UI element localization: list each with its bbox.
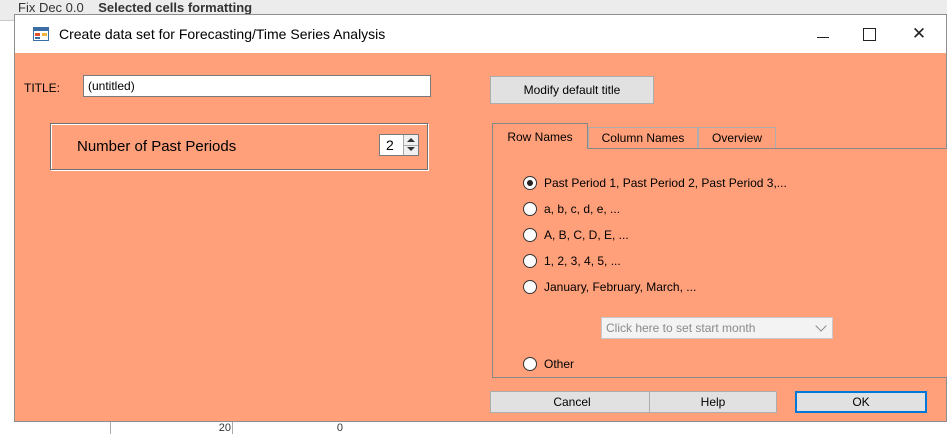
window-title: Create data set for Forecasting/Time Ser… bbox=[59, 26, 386, 42]
background-cell: 0 bbox=[232, 422, 347, 434]
help-button[interactable]: Help bbox=[649, 391, 777, 413]
tab-row-names[interactable]: Row Names bbox=[492, 123, 588, 149]
radio-label: 1, 2, 3, 4, 5, ... bbox=[544, 254, 621, 268]
radio-option[interactable]: Past Period 1, Past Period 2, Past Perio… bbox=[523, 174, 787, 192]
start-month-placeholder: Click here to set start month bbox=[606, 321, 756, 335]
minimize-button[interactable] bbox=[800, 15, 846, 53]
modify-default-title-button[interactable]: Modify default title bbox=[490, 76, 654, 104]
dropdown-chevron-button[interactable] bbox=[810, 318, 832, 338]
periods-group: Number of Past Periods 2 bbox=[50, 123, 428, 170]
ok-button[interactable]: OK bbox=[795, 391, 927, 413]
spin-up-icon[interactable] bbox=[407, 138, 415, 142]
periods-label: Number of Past Periods bbox=[77, 138, 237, 155]
app-icon bbox=[33, 27, 49, 41]
radio-button[interactable] bbox=[523, 254, 537, 268]
minimize-icon bbox=[817, 36, 829, 38]
background-cells: 20 0 bbox=[0, 422, 947, 434]
background-cell: 20 bbox=[110, 422, 235, 434]
radio-option[interactable]: 1, 2, 3, 4, 5, ... bbox=[523, 252, 621, 270]
maximize-button[interactable] bbox=[846, 15, 892, 53]
radio-label: Other bbox=[544, 357, 575, 371]
radio-option[interactable]: a, b, c, d, e, ... bbox=[523, 200, 620, 218]
title-label: TITLE: bbox=[24, 81, 61, 95]
radio-button[interactable] bbox=[523, 228, 537, 242]
radio-label: Past Period 1, Past Period 2, Past Perio… bbox=[544, 176, 787, 190]
radio-label: A, B, C, D, E, ... bbox=[544, 228, 629, 242]
radio-button[interactable] bbox=[523, 176, 537, 190]
radio-button[interactable] bbox=[523, 202, 537, 216]
selected-cells-formatting-text: Selected cells formatting bbox=[98, 0, 253, 15]
spin-down-icon[interactable] bbox=[407, 147, 415, 151]
title-input[interactable]: (untitled) bbox=[83, 75, 431, 97]
maximize-icon bbox=[862, 27, 876, 41]
dialog-window: Create data set for Forecasting/Time Ser… bbox=[14, 14, 947, 422]
radio-button[interactable] bbox=[523, 357, 537, 371]
title-bar[interactable]: Create data set for Forecasting/Time Ser… bbox=[15, 15, 946, 53]
row-names-panel: Past Period 1, Past Period 2, Past Perio… bbox=[492, 148, 947, 378]
start-month-dropdown[interactable]: Click here to set start month bbox=[601, 317, 833, 339]
close-button[interactable]: ✕ bbox=[896, 15, 942, 53]
tab-overview[interactable]: Overview bbox=[698, 127, 776, 148]
radio-option[interactable]: A, B, C, D, E, ... bbox=[523, 226, 629, 244]
periods-stepper[interactable]: 2 bbox=[379, 134, 419, 156]
radio-button[interactable] bbox=[523, 280, 537, 294]
radio-label: a, b, c, d, e, ... bbox=[544, 202, 621, 216]
radio-label: January, February, March, ... bbox=[544, 280, 697, 294]
radio-option[interactable]: January, February, March, ... bbox=[523, 278, 696, 296]
dropdown-chevron-icon bbox=[815, 320, 827, 332]
radio-option[interactable]: Other bbox=[523, 355, 574, 373]
cancel-button[interactable]: Cancel bbox=[490, 391, 654, 413]
periods-value: 2 bbox=[386, 137, 394, 153]
stepper-buttons bbox=[403, 135, 418, 155]
close-icon: ✕ bbox=[911, 24, 927, 43]
tab-column-names[interactable]: Column Names bbox=[588, 127, 698, 148]
background-toolbar-text: Fix Dec 0.0 Selected cells formatting bbox=[18, 0, 252, 15]
fix-dec-text: Fix Dec 0.0 bbox=[18, 0, 84, 15]
stepper-divider bbox=[404, 145, 418, 146]
